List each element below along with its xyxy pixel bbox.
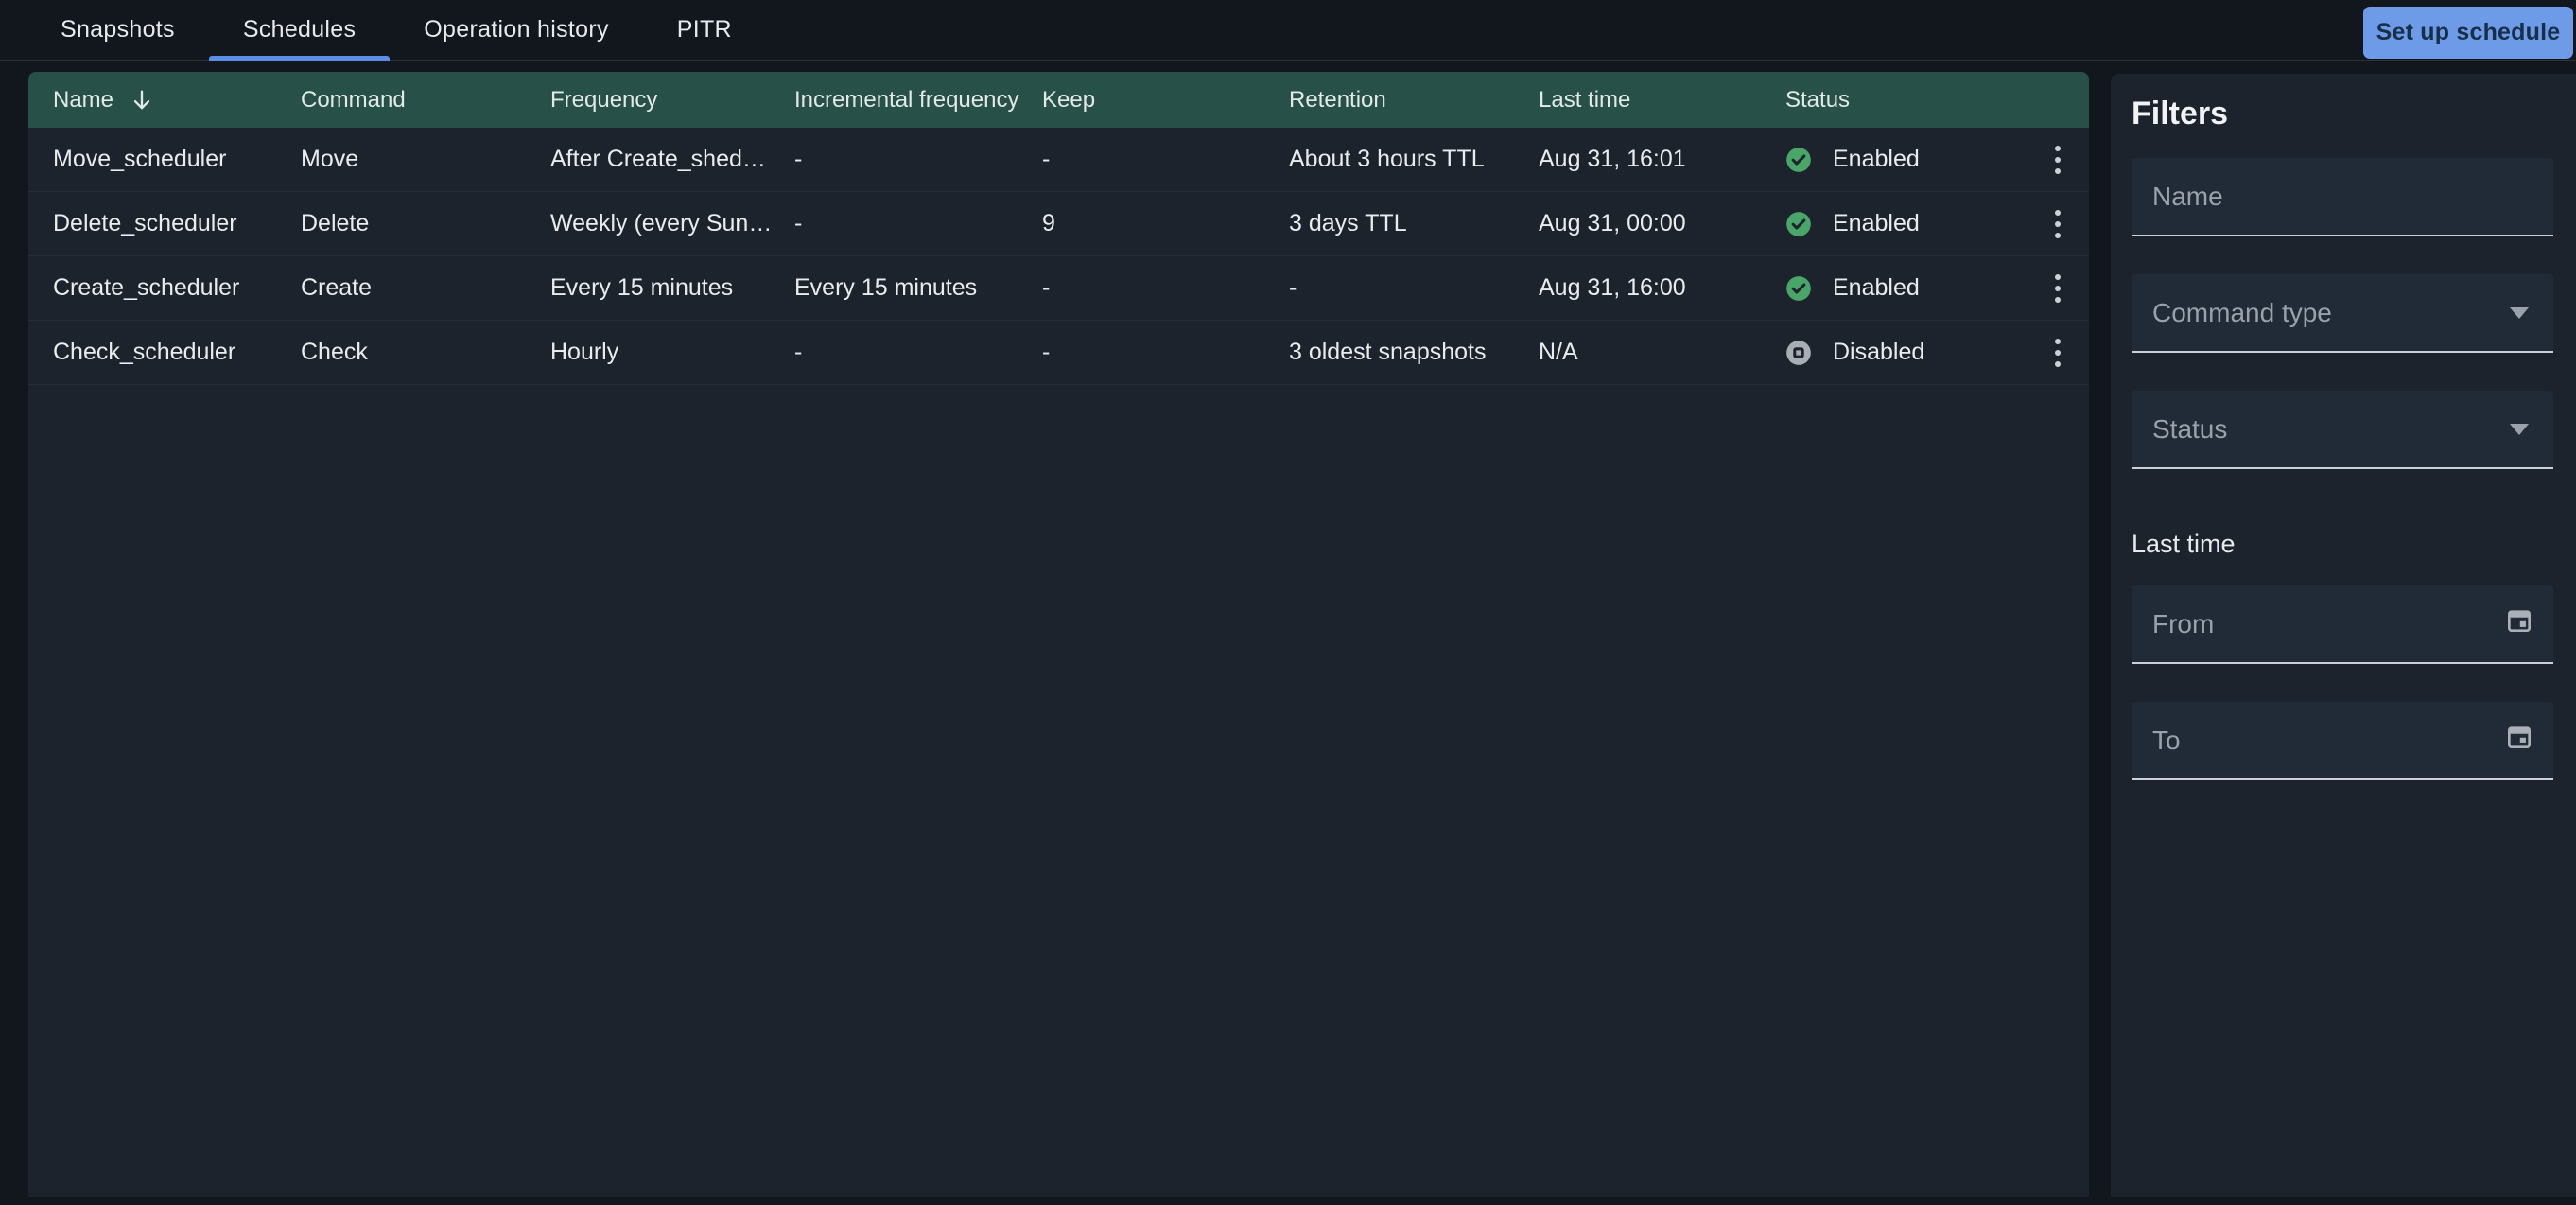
- filter-status-select[interactable]: Status: [2132, 391, 2553, 469]
- status-label: Enabled: [1833, 146, 1920, 172]
- filters-panel: Filters Command type Status Last time: [2111, 74, 2576, 1197]
- row-actions-menu-icon[interactable]: [2037, 330, 2079, 375]
- cell-frequency: Weekly (every Sund…: [550, 210, 786, 236]
- filter-command-type-select[interactable]: Command type: [2132, 274, 2553, 353]
- cell-command: Create: [301, 274, 373, 301]
- command-type-label: Command type: [2152, 297, 2332, 327]
- from-date-input[interactable]: [2152, 608, 2504, 639]
- cell-frequency: Hourly: [550, 339, 619, 365]
- cell-retention: -: [1289, 274, 1297, 301]
- cell-retention: 3 oldest snapshots: [1289, 339, 1487, 365]
- tab-schedules[interactable]: Schedules: [208, 0, 391, 61]
- table-header-row: Name Command Frequency Incremental frequ…: [28, 72, 2089, 128]
- set-up-schedule-button[interactable]: Set up schedule: [2363, 7, 2573, 59]
- tab-pitr[interactable]: PITR: [643, 0, 766, 60]
- filter-from-date-field[interactable]: [2132, 585, 2553, 664]
- cell-name: Move_scheduler: [53, 146, 227, 172]
- cell-command: Check: [301, 339, 368, 365]
- cell-command: Move: [301, 146, 359, 172]
- table-row: Move_scheduler Move After Create_shedul……: [28, 128, 2089, 192]
- cell-incremental-frequency: -: [794, 146, 803, 172]
- table-row: Delete_scheduler Delete Weekly (every Su…: [28, 192, 2089, 256]
- tab-operation-history[interactable]: Operation history: [390, 0, 642, 60]
- status-label: Enabled: [1833, 274, 1920, 301]
- cell-name: Create_scheduler: [53, 274, 240, 301]
- tab-bar: Snapshots Schedules Operation history PI…: [0, 0, 2576, 61]
- status-label: Disabled: [1833, 339, 1925, 365]
- table-row: Create_scheduler Create Every 15 minutes…: [28, 256, 2089, 321]
- cell-last-time: Aug 31, 16:00: [1539, 274, 1686, 301]
- cell-keep: -: [1042, 339, 1051, 365]
- filter-name-field[interactable]: [2132, 158, 2553, 236]
- cell-incremental-frequency: Every 15 minutes: [794, 274, 978, 301]
- cell-frequency: After Create_shedul…: [550, 146, 785, 172]
- name-input[interactable]: [2152, 181, 2534, 212]
- cell-keep: 9: [1042, 210, 1055, 236]
- row-actions-menu-icon[interactable]: [2037, 266, 2079, 311]
- status-enabled-icon: [1785, 275, 1812, 302]
- cell-name: Delete_scheduler: [53, 210, 237, 236]
- column-header-last-time[interactable]: Last time: [1539, 87, 1785, 114]
- calendar-icon[interactable]: [2504, 605, 2534, 642]
- tab-snapshots[interactable]: Snapshots: [26, 0, 209, 60]
- column-header-command[interactable]: Command: [301, 87, 550, 114]
- chevron-down-icon: [2510, 306, 2529, 319]
- cell-last-time: Aug 31, 16:01: [1539, 146, 1686, 172]
- status-enabled-icon: [1785, 211, 1812, 237]
- column-header-retention[interactable]: Retention: [1289, 87, 1539, 114]
- cell-command: Delete: [301, 210, 370, 236]
- schedules-table: Name Command Frequency Incremental frequ…: [28, 72, 2089, 1197]
- status-select-label: Status: [2152, 413, 2228, 444]
- sort-desc-arrow-icon: [129, 87, 155, 114]
- cell-frequency: Every 15 minutes: [550, 274, 734, 301]
- status-enabled-icon: [1785, 147, 1812, 173]
- column-header-incremental-frequency[interactable]: Incremental frequency: [794, 87, 1042, 114]
- column-header-keep[interactable]: Keep: [1042, 87, 1289, 114]
- row-actions-menu-icon[interactable]: [2037, 201, 2079, 247]
- status-disabled-icon: [1785, 340, 1812, 366]
- last-time-section-label: Last time: [2132, 530, 2236, 558]
- cell-incremental-frequency: -: [794, 339, 803, 365]
- cell-last-time: Aug 31, 00:00: [1539, 210, 1686, 236]
- status-label: Enabled: [1833, 210, 1920, 236]
- cell-status: Enabled: [1785, 146, 2043, 173]
- calendar-icon[interactable]: [2504, 722, 2534, 759]
- table-row: Check_scheduler Check Hourly - - 3 oldes…: [28, 321, 2089, 385]
- cell-name: Check_scheduler: [53, 339, 236, 365]
- cell-keep: -: [1042, 274, 1051, 301]
- filter-to-date-field[interactable]: [2132, 702, 2553, 780]
- cell-retention: 3 days TTL: [1289, 210, 1407, 236]
- cell-status: Enabled: [1785, 274, 2043, 302]
- cell-last-time: N/A: [1539, 339, 1578, 365]
- chevron-down-icon: [2510, 423, 2529, 435]
- column-header-frequency[interactable]: Frequency: [550, 87, 794, 114]
- row-actions-menu-icon[interactable]: [2037, 137, 2079, 183]
- column-header-status[interactable]: Status: [1785, 87, 2043, 114]
- cell-incremental-frequency: -: [794, 210, 803, 236]
- to-date-input[interactable]: [2152, 725, 2504, 756]
- cell-keep: -: [1042, 146, 1051, 172]
- cell-status: Disabled: [1785, 339, 2043, 366]
- filters-title: Filters: [2132, 96, 2229, 131]
- cell-retention: About 3 hours TTL: [1289, 146, 1485, 172]
- column-header-name[interactable]: Name: [53, 87, 301, 114]
- cell-status: Enabled: [1785, 210, 2043, 237]
